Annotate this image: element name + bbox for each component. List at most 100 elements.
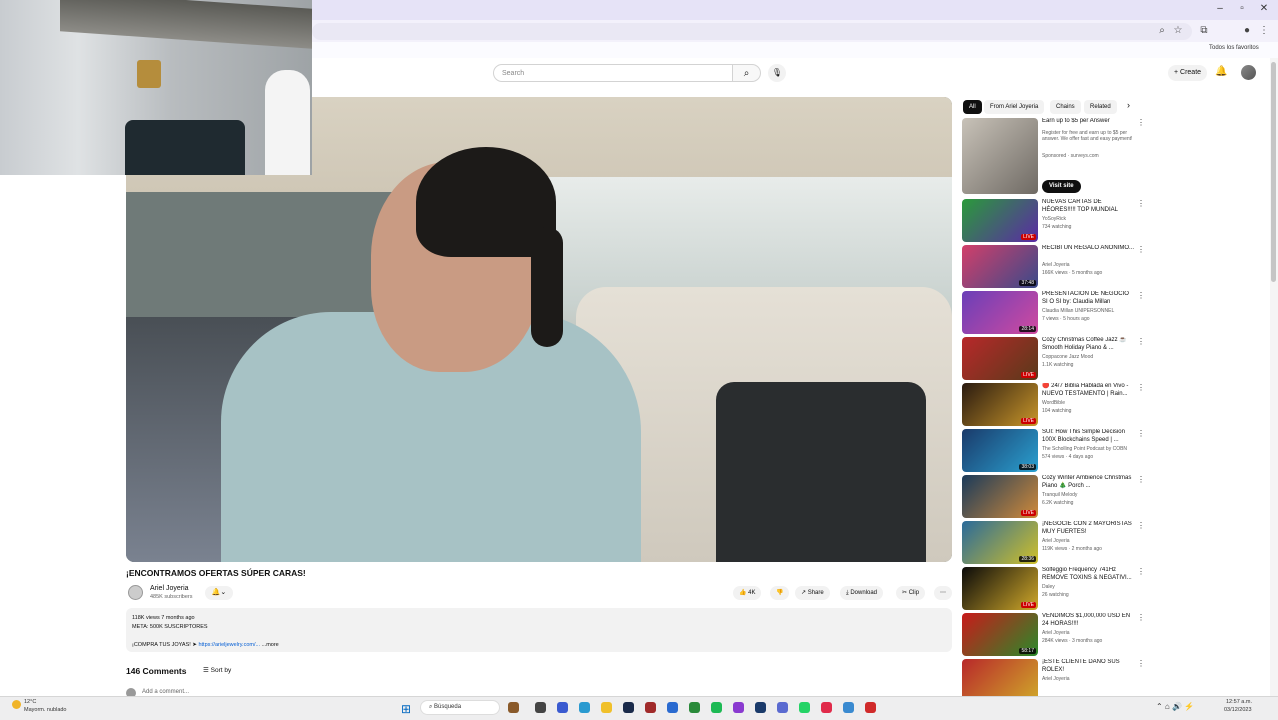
recommended-video-channel[interactable]: Ariel Joyeria (1042, 630, 1070, 636)
recommended-video[interactable]: 28:14 PRESENTACION DE NEGOCIO SI O SI by:… (962, 291, 1147, 335)
chip-chains[interactable]: Chains (1050, 100, 1081, 114)
app-icon[interactable] (508, 702, 519, 713)
all-bookmarks-link[interactable]: Todos los favoritos (1209, 45, 1259, 51)
app-icon[interactable] (755, 702, 766, 713)
download-button[interactable]: ⤓ Download (840, 586, 884, 600)
sort-comments-button[interactable]: ☰ Sort by (203, 666, 231, 674)
windows-start-icon[interactable]: ⊞ (401, 702, 411, 716)
scrollbar-thumb[interactable] (1271, 62, 1276, 282)
maximize-icon[interactable]: ▫ (1234, 3, 1250, 14)
video-thumbnail[interactable]: LIVE (962, 567, 1038, 610)
visit-site-button[interactable]: Visit site (1042, 180, 1081, 193)
more-options-icon[interactable]: ⋮ (1137, 567, 1145, 576)
app-icon[interactable] (821, 702, 832, 713)
recommended-video-title[interactable]: VENDIMOS $1,000,000 USD EN 24 HORAS!!!! (1042, 613, 1134, 628)
recommended-video-channel[interactable]: WordBible (1042, 400, 1065, 406)
star-icon[interactable]: ☆ (1172, 25, 1184, 36)
channel-avatar[interactable] (128, 585, 143, 600)
recommended-video-title[interactable]: RECIBÍ UN REGALO ANÓNIMO... (1042, 245, 1134, 253)
more-actions-icon[interactable]: ⋯ (934, 586, 952, 600)
subscription-bell-icon[interactable]: 🔔⌄ (205, 586, 233, 600)
chrome-icon[interactable] (843, 702, 854, 713)
minimize-icon[interactable]: – (1212, 3, 1228, 14)
more-options-icon[interactable]: ⋮ (1137, 613, 1145, 622)
clock-date[interactable]: 03/12/2023 (1224, 707, 1252, 713)
recommended-video-channel[interactable]: Coppacone Jazz Mood (1042, 354, 1093, 360)
recommended-video-title[interactable]: SUI: How This Simple Decision 100X Block… (1042, 429, 1134, 444)
more-options-icon[interactable]: ⋮ (1137, 475, 1145, 484)
chip-all[interactable]: All (963, 100, 982, 114)
add-comment-input[interactable]: Add a comment... (142, 689, 189, 695)
extensions-icon[interactable]: ⧉ (1198, 25, 1210, 36)
create-button[interactable]: + Create (1168, 65, 1208, 81)
recommended-video-title[interactable]: Cozy Winter Ambience Christmas Piano 🎄 P… (1042, 475, 1134, 490)
recommended-video-channel[interactable]: The Scholling Point Podcast by COBN (1042, 446, 1127, 452)
taskbar-search[interactable]: ⌕ Búsqueda (420, 700, 500, 715)
ad-title[interactable]: Earn up to $5 per Answer (1042, 118, 1134, 126)
recommended-video-title[interactable]: Solfeggio Frequency 741Hz REMOVE TOXINS … (1042, 567, 1134, 582)
file-explorer-icon[interactable] (601, 702, 612, 713)
more-options-icon[interactable]: ⋮ (1137, 245, 1145, 254)
weather-temperature[interactable]: 12°C (24, 699, 36, 705)
recommended-video-title[interactable]: 🔴 24/7 Biblia Hablada en Vivo - NUEVO TE… (1042, 383, 1134, 398)
ad-thumbnail[interactable] (962, 118, 1038, 194)
weather-icon[interactable] (12, 700, 21, 709)
recommended-video-channel[interactable]: Claudia Millan UNIPERSONNEL (1042, 308, 1114, 314)
user-avatar[interactable] (1241, 65, 1256, 80)
more-options-icon[interactable]: ⋮ (1137, 337, 1145, 346)
recommended-video-title[interactable]: ¡NEGOCIÉ CON 2 MAYORISTAS MUY FUERTES! (1042, 521, 1134, 536)
recommended-video[interactable]: 38:03 SUI: How This Simple Decision 100X … (962, 429, 1147, 473)
weather-description[interactable]: Mayorm. nublado (24, 707, 67, 713)
video-thumbnail[interactable]: 28:36 (962, 521, 1038, 564)
channel-name[interactable]: Ariel Joyeria (150, 585, 189, 592)
recommended-video[interactable]: LIVE Cozy Winter Ambience Christmas Piano… (962, 475, 1147, 519)
recommended-video[interactable]: 28:36 ¡NEGOCIÉ CON 2 MAYORISTAS MUY FUERT… (962, 521, 1147, 565)
spotify-icon[interactable] (711, 702, 722, 713)
video-thumbnail[interactable]: LIVE (962, 337, 1038, 380)
url-field[interactable] (312, 23, 1192, 40)
video-thumbnail[interactable]: LIVE (962, 383, 1038, 426)
description-more[interactable]: ...more (262, 642, 279, 648)
system-tray-icon[interactable]: ⌃ ⌂ 🔊 ⚡ (1156, 702, 1194, 711)
share-button[interactable]: ↗ Share (795, 586, 830, 600)
video-thumbnail[interactable]: 37:48 (962, 245, 1038, 288)
app-icon[interactable] (689, 702, 700, 713)
whatsapp-icon[interactable] (799, 702, 810, 713)
discord-icon[interactable] (777, 702, 788, 713)
more-options-icon[interactable]: ⋮ (1137, 199, 1145, 208)
recommended-video-title[interactable]: NUEVAS CARTAS DE HÉORES!!!!! TOP MUNDIAL… (1042, 199, 1134, 214)
more-options-icon[interactable]: ⋮ (1137, 521, 1145, 530)
recommended-video-channel[interactable]: YoSoyRick (1042, 216, 1066, 222)
recommended-video-channel[interactable]: Ariel Joyeria (1042, 262, 1070, 268)
notifications-icon[interactable]: 🔔 (1215, 66, 1227, 77)
app-icon[interactable] (865, 702, 876, 713)
recommended-video[interactable]: LIVE 🔴 24/7 Biblia Hablada en Vivo - NUEV… (962, 383, 1147, 427)
recommended-video-title[interactable]: ¡ESTE CLIENTE DAÑÓ SUS ROLEX! (1042, 659, 1134, 674)
app-icon[interactable] (557, 702, 568, 713)
video-thumbnail[interactable]: LIVE (962, 475, 1038, 518)
app-icon[interactable] (667, 702, 678, 713)
app-icon[interactable] (733, 702, 744, 713)
recommended-video[interactable]: 37:48 RECIBÍ UN REGALO ANÓNIMO... Ariel Jo… (962, 245, 1147, 289)
recommended-video[interactable]: LIVE NUEVAS CARTAS DE HÉORES!!!!! TOP MUN… (962, 199, 1147, 243)
zoom-icon[interactable]: ⌕ (1156, 25, 1168, 36)
chevron-right-icon[interactable]: › (1127, 100, 1130, 110)
dislike-icon[interactable]: 👎 (770, 586, 790, 600)
microphone-icon[interactable]: 🎙 (768, 64, 786, 82)
chip-related[interactable]: Related (1084, 100, 1117, 114)
recommended-video-channel[interactable]: Tranquil Melody (1042, 492, 1077, 498)
recommended-video-channel[interactable]: Ariel Joyeria (1042, 676, 1070, 682)
recommended-video-title[interactable]: PRESENTACION DE NEGOCIO SI O SI by: Clau… (1042, 291, 1134, 306)
video-thumbnail[interactable]: LIVE (962, 199, 1038, 242)
profile-icon[interactable]: ● (1241, 25, 1253, 36)
close-icon[interactable]: ✕ (1256, 3, 1272, 14)
video-thumbnail[interactable]: 28:14 (962, 291, 1038, 334)
video-thumbnail[interactable]: 58:17 (962, 613, 1038, 656)
sponsored-ad[interactable]: Earn up to $5 per Answer Register for fr… (962, 118, 1147, 195)
ad-more-icon[interactable]: ⋮ (1137, 118, 1145, 127)
clip-button[interactable]: ✂ Clip (896, 586, 926, 600)
browser-menu-icon[interactable]: ⋮ (1258, 25, 1270, 36)
more-options-icon[interactable]: ⋮ (1137, 383, 1145, 392)
app-icon[interactable] (645, 702, 656, 713)
recommended-video[interactable]: LIVE Solfeggio Frequency 741Hz REMOVE TOX… (962, 567, 1147, 611)
